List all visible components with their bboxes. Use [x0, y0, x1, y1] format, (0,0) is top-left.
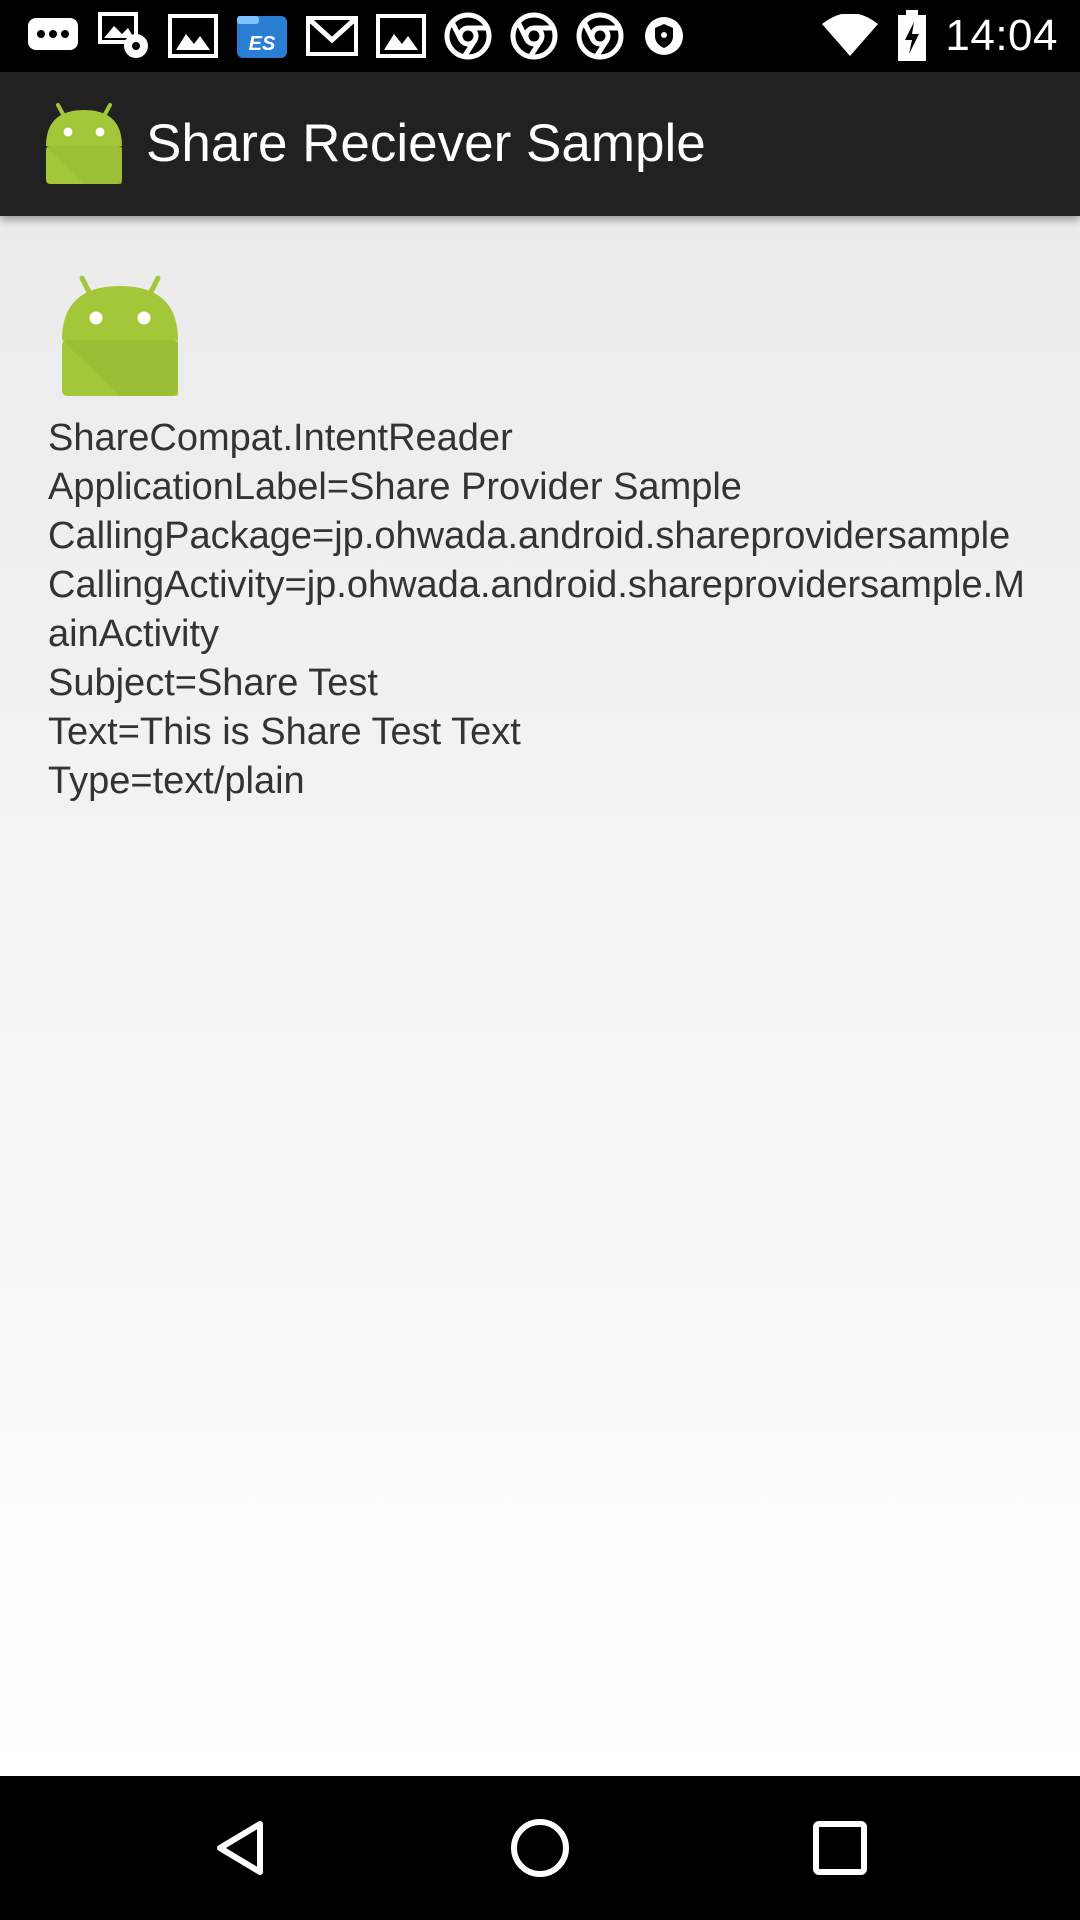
back-icon	[217, 1821, 263, 1875]
info-line-text: Text=This is Share Test Text	[48, 711, 521, 753]
svg-text:ES: ES	[249, 33, 276, 55]
android-icon	[46, 103, 122, 184]
info-line-header: ShareCompat.IntentReader	[48, 417, 513, 459]
recents-icon	[813, 1821, 867, 1875]
app-title: Share Reciever Sample	[146, 114, 706, 173]
info-line-type: Type=text/plain	[48, 760, 305, 802]
gmail-icon	[306, 16, 358, 56]
intent-reader-info: ShareCompat.IntentReader ApplicationLabe…	[48, 414, 1038, 806]
navigation-bar	[0, 1776, 1080, 1920]
es-file-explorer-icon: ES	[237, 16, 287, 58]
gallery-icon	[376, 14, 426, 58]
chrome-icon	[576, 12, 624, 60]
gallery-settings-icon	[98, 12, 148, 58]
back-button[interactable]	[160, 1776, 320, 1920]
chat-bubble-icon	[28, 18, 78, 50]
main-content: ShareCompat.IntentReader ApplicationLabe…	[0, 216, 1080, 1776]
wifi-icon	[822, 14, 879, 56]
clock: 14:04	[945, 11, 1058, 60]
info-line-application-label: ApplicationLabel=Share Provider Sample	[48, 466, 742, 508]
notification-icons: ES	[26, 12, 686, 60]
home-button[interactable]	[460, 1776, 620, 1920]
battery-icon	[898, 10, 927, 61]
android-icon	[62, 275, 178, 396]
shield-icon	[645, 17, 683, 55]
info-line-calling-package: CallingPackage=jp.ohwada.android.sharepr…	[48, 515, 1011, 557]
chrome-icon	[510, 12, 558, 60]
info-line-calling-activity: CallingActivity=jp.ohwada.android.sharep…	[48, 564, 1025, 655]
gallery-icon	[168, 14, 218, 58]
status-bar: ES 14:04	[0, 0, 1080, 72]
info-line-subject: Subject=Share Test	[48, 662, 378, 704]
action-bar: Share Reciever Sample	[0, 72, 1080, 216]
chrome-icon	[444, 12, 492, 60]
home-icon	[511, 1819, 569, 1877]
recents-button[interactable]	[760, 1776, 920, 1920]
system-status-icons: 14:04	[821, 8, 1058, 64]
